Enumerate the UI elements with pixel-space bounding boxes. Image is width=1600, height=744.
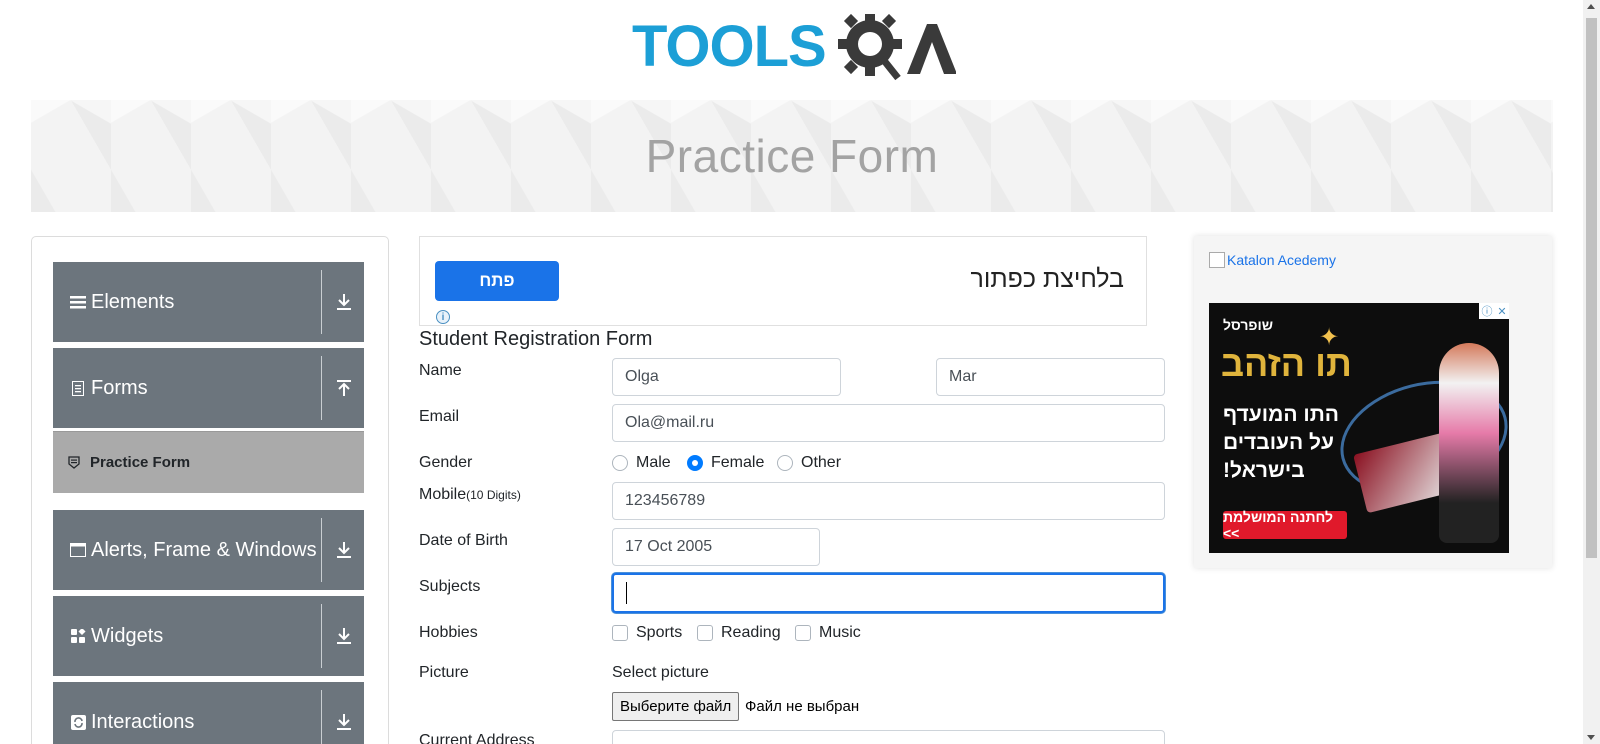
katalon-ad-text: Katalon Acedemy (1227, 252, 1336, 268)
document-icon (69, 379, 87, 397)
broken-image-icon (1209, 252, 1225, 268)
widgets-icon (69, 627, 87, 645)
checkbox-icon[interactable] (795, 625, 811, 641)
ad-banner-top[interactable]: פתח בלחיצת כפתור i (419, 236, 1147, 326)
text-caret (626, 582, 627, 604)
window-icon (69, 541, 87, 559)
hobby-checkbox-sports[interactable]: Sports (612, 624, 682, 642)
sidebar-group-label: Elements (91, 290, 175, 313)
download-arrow-icon[interactable] (332, 624, 356, 648)
subjects-input[interactable] (612, 573, 1165, 613)
hobby-option-label: Music (819, 624, 861, 641)
gender-label: Gender (419, 454, 473, 471)
hamburger-icon (69, 293, 87, 311)
toolsqa-logo[interactable]: TOOLS (632, 14, 956, 94)
form-title: Student Registration Form (419, 328, 653, 350)
divider (321, 690, 322, 744)
hobby-checkbox-music[interactable]: Music (795, 624, 861, 642)
mobile-input[interactable]: 123456789 (612, 482, 1165, 520)
file-status: Файл не выбран (745, 698, 860, 715)
mobile-hint: (10 Digits) (466, 488, 521, 502)
scroll-down-icon[interactable] (1587, 735, 1595, 740)
sidebar-item-label: Practice Form (90, 454, 191, 471)
divider (321, 604, 322, 668)
divider (321, 356, 322, 420)
sidebar-group-label: Alerts, Frame & Windows (91, 538, 317, 561)
gender-option-label: Other (801, 454, 842, 471)
radio-icon[interactable] (777, 455, 793, 471)
sidebar-group-label: Interactions (91, 710, 195, 733)
page-banner: Practice Form (31, 100, 1553, 212)
picture-hint: Select picture (612, 664, 709, 681)
gender-radio-male[interactable]: Male (612, 454, 671, 472)
ad-info-icon[interactable]: i (436, 310, 450, 324)
gender-option-label: Male (636, 454, 671, 471)
ad-close-icon[interactable]: ⓘ ✕ (1479, 303, 1509, 319)
divider (321, 518, 322, 582)
divider (321, 270, 322, 334)
scroll-up-icon[interactable] (1587, 4, 1595, 9)
page: TOOLS Practice Form Elements Forms Pract… (0, 0, 1600, 744)
dob-input[interactable]: 17 Oct 2005 (612, 528, 820, 566)
gender-option-label: Female (711, 454, 765, 471)
current-address-label: Current Address (419, 732, 535, 744)
first-name-input[interactable]: Olga (612, 358, 841, 396)
form-icon (68, 456, 82, 470)
logo-text-tools: TOOLS (632, 14, 826, 79)
ad-cta-button[interactable]: לחתנה המושלמת << (1223, 509, 1347, 541)
page-title: Practice Form (645, 130, 939, 182)
refresh-icon (69, 713, 87, 731)
hobby-option-label: Sports (636, 624, 683, 641)
ad-image[interactable]: ⓘ ✕ שופרסל ✦ תו הזהב התו המועדף על העובדי… (1209, 303, 1509, 553)
gender-radio-other[interactable]: Other (777, 454, 841, 472)
mobile-label: Mobile(10 Digits) (419, 486, 521, 504)
scrollbar-thumb[interactable] (1586, 18, 1597, 558)
katalon-ad-link[interactable]: Katalon Acedemy (1209, 252, 1336, 268)
sidebar: Elements Forms Practice Form Alerts, Fra… (31, 236, 389, 744)
hobbies-label: Hobbies (419, 624, 478, 641)
picture-label: Picture (419, 664, 469, 681)
checkbox-icon[interactable] (612, 625, 628, 641)
name-label: Name (419, 362, 462, 379)
ad-headline: תו הזהב (1221, 343, 1352, 384)
email-label: Email (419, 408, 460, 425)
upload-arrow-icon[interactable] (332, 376, 356, 400)
sidebar-group-label: Forms (91, 376, 148, 399)
hobby-checkbox-reading[interactable]: Reading (697, 624, 781, 642)
subjects-label: Subjects (419, 578, 481, 595)
mobile-label-text: Mobile (419, 486, 467, 503)
sidebar-group-interactions[interactable]: Interactions (53, 682, 364, 744)
last-name-input[interactable]: Mar (936, 358, 1165, 396)
choose-file-button[interactable]: Выберите файл (612, 692, 740, 721)
page-scrollbar[interactable] (1583, 0, 1600, 744)
radio-icon[interactable] (612, 455, 628, 471)
dob-label: Date of Birth (419, 532, 508, 549)
gear-magnifier-icon (838, 14, 902, 81)
ad-sidebar-right[interactable]: Katalon Acedemy ⓘ ✕ שופרסל ✦ תו הזהב התו … (1194, 236, 1552, 568)
sidebar-group-elements[interactable]: Elements (53, 262, 364, 342)
ad-line-2: על העובדים (1223, 431, 1335, 454)
current-address-input[interactable] (612, 730, 1165, 744)
email-input[interactable]: Ola@mail.ru (612, 404, 1165, 442)
download-arrow-icon[interactable] (332, 538, 356, 562)
ad-line-3: בישראל! (1223, 459, 1305, 482)
radio-icon-checked[interactable] (687, 455, 703, 471)
ad-line-1: התו המועדף (1223, 403, 1339, 426)
ad-text: בלחיצת כפתור (970, 265, 1124, 293)
ad-person-graphic (1439, 343, 1499, 543)
ad-open-button[interactable]: פתח (435, 261, 559, 301)
ad-brand: שופרסל (1223, 317, 1274, 333)
sidebar-group-widgets[interactable]: Widgets (53, 596, 364, 676)
download-arrow-icon[interactable] (332, 290, 356, 314)
download-arrow-icon[interactable] (332, 710, 356, 734)
sidebar-item-practice-form[interactable]: Practice Form (53, 431, 364, 493)
checkbox-icon[interactable] (697, 625, 713, 641)
sidebar-group-label: Widgets (91, 624, 164, 647)
gender-radio-female[interactable]: Female (687, 454, 764, 472)
sidebar-group-alerts[interactable]: Alerts, Frame & Windows (53, 510, 364, 590)
hobby-option-label: Reading (721, 624, 781, 641)
sidebar-group-forms[interactable]: Forms (53, 348, 364, 428)
